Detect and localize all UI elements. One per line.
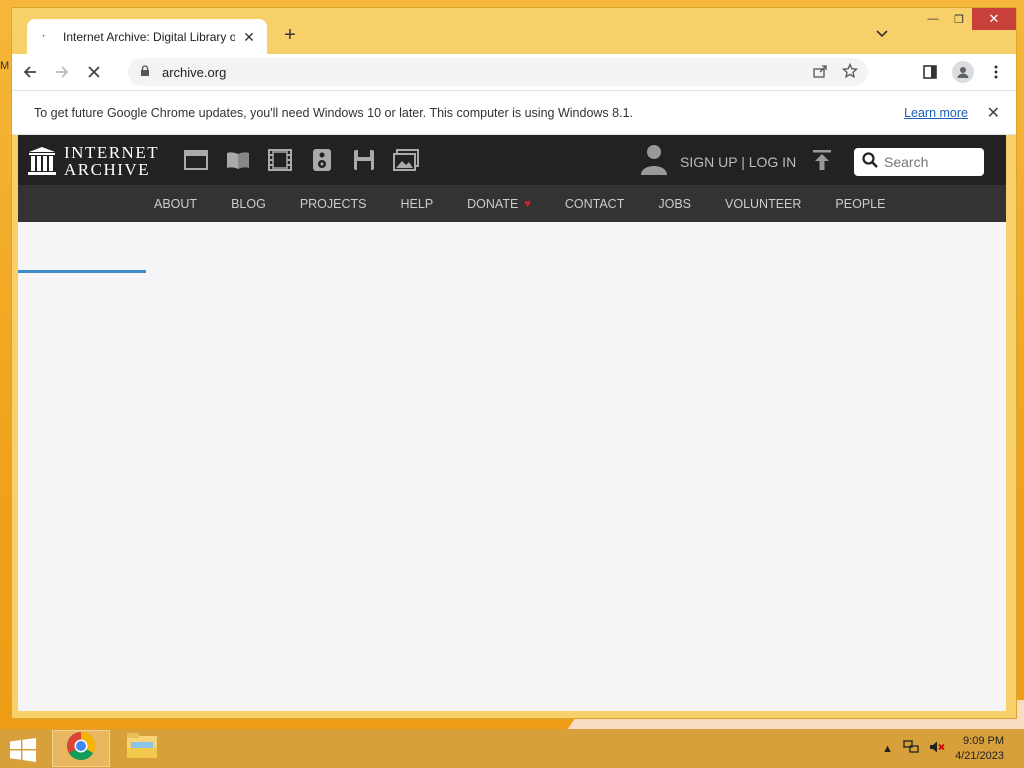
chrome-window: ⠂ Internet Archive: Digital Library of F…: [11, 7, 1017, 719]
nav-contact[interactable]: CONTACT: [565, 197, 625, 211]
back-button[interactable]: [16, 58, 44, 86]
maximize-button[interactable]: ❐: [946, 8, 972, 30]
page-loading-progress-bar: [18, 270, 147, 273]
title-bar: ⠂ Internet Archive: Digital Library of F…: [12, 8, 1016, 55]
chrome-menu-icon[interactable]: [984, 58, 1008, 86]
web-icon[interactable]: [183, 147, 209, 173]
start-button[interactable]: [9, 738, 37, 762]
nav-blog[interactable]: BLOG: [231, 197, 266, 211]
ia-search-box[interactable]: [854, 148, 984, 176]
ia-logo[interactable]: INTERNET ARCHIVE: [28, 144, 159, 178]
tab-close-icon[interactable]: ✕: [241, 29, 257, 46]
audio-icon[interactable]: [309, 147, 335, 173]
volume-muted-icon[interactable]: [929, 740, 945, 757]
desktop-edge-glyph: M: [0, 60, 10, 72]
system-clock[interactable]: 9:09 PM 4/21/2023: [955, 734, 1004, 764]
tab-search-chevron-icon[interactable]: [876, 27, 888, 41]
video-icon[interactable]: [267, 147, 293, 173]
ia-header: INTERNET ARCHIVE SIGN UP | LOG IN Search: [18, 135, 1006, 185]
address-bar[interactable]: archive.org: [128, 58, 868, 86]
minimize-button[interactable]: —: [920, 8, 946, 30]
ia-logo-line1: INTERNET: [64, 143, 160, 162]
learn-more-link[interactable]: Learn more: [904, 106, 968, 120]
nav-help[interactable]: HELP: [401, 197, 434, 211]
nav-donate-label: DONATE: [467, 196, 519, 211]
forward-button[interactable]: [48, 58, 76, 86]
system-tray: ▲ 9:09 PM 4/21/2023: [882, 729, 1024, 768]
search-input[interactable]: [884, 154, 974, 170]
media-type-menu: [183, 147, 419, 173]
upload-icon[interactable]: [811, 149, 833, 176]
close-window-button[interactable]: ✕: [972, 8, 1016, 30]
window-controls: — ❐ ✕: [920, 8, 1016, 30]
texts-icon[interactable]: [225, 147, 251, 173]
ia-logo-line2: ARCHIVE: [64, 160, 151, 179]
infobar-message: To get future Google Chrome updates, you…: [34, 105, 633, 120]
nav-about[interactable]: ABOUT: [154, 197, 197, 211]
nav-donate[interactable]: DONATE ♥: [467, 197, 531, 211]
nav-people[interactable]: PEOPLE: [835, 197, 885, 211]
side-panel-icon[interactable]: [918, 58, 942, 86]
profile-avatar-icon[interactable]: [952, 61, 974, 83]
tab-title: Internet Archive: Digital Library of Fre…: [63, 30, 235, 44]
chrome-icon: [66, 731, 96, 766]
new-tab-button[interactable]: +: [278, 24, 302, 47]
software-icon[interactable]: [351, 147, 377, 173]
user-icon: [640, 143, 668, 180]
ia-temple-icon: [28, 146, 56, 176]
nav-projects[interactable]: PROJECTS: [300, 197, 367, 211]
clock-time: 9:09 PM: [963, 734, 1004, 747]
address-bar-actions: [812, 62, 859, 82]
bookmark-star-icon[interactable]: [841, 62, 859, 82]
show-hidden-icons-icon[interactable]: ▲: [882, 743, 893, 755]
browser-tab[interactable]: ⠂ Internet Archive: Digital Library of F…: [27, 19, 267, 55]
ia-top-nav: ABOUT BLOG PROJECTS HELP DONATE ♥ CONTAC…: [18, 185, 1006, 273]
taskbar-file-explorer-button[interactable]: [113, 730, 171, 767]
signup-login-link[interactable]: SIGN UP | LOG IN: [680, 154, 796, 170]
url-text: archive.org: [162, 64, 227, 80]
images-icon[interactable]: [393, 147, 419, 173]
page-content: INTERNET ARCHIVE SIGN UP | LOG IN Search…: [18, 135, 1006, 711]
share-icon[interactable]: [812, 63, 828, 82]
lock-icon: [140, 64, 154, 80]
loading-spinner-icon: ⠂: [41, 31, 49, 43]
heart-icon: ♥: [524, 197, 531, 210]
clock-date: 4/21/2023: [955, 749, 1004, 762]
toolbar-right: [918, 58, 1008, 86]
nav-jobs[interactable]: JOBS: [658, 197, 691, 211]
folder-icon: [126, 732, 158, 765]
nav-volunteer[interactable]: VOLUNTEER: [725, 197, 801, 211]
infobar-close-icon[interactable]: ✕: [987, 103, 1000, 123]
taskbar-chrome-button[interactable]: [52, 730, 110, 767]
ia-account[interactable]: SIGN UP | LOG IN: [640, 143, 796, 180]
search-icon: [862, 151, 878, 173]
windows-taskbar: ▲ 9:09 PM 4/21/2023: [0, 729, 1024, 768]
update-infobar: To get future Google Chrome updates, you…: [12, 90, 1016, 135]
network-icon[interactable]: [903, 740, 919, 757]
browser-toolbar: archive.org: [12, 54, 1016, 90]
stop-loading-button[interactable]: [80, 58, 108, 86]
